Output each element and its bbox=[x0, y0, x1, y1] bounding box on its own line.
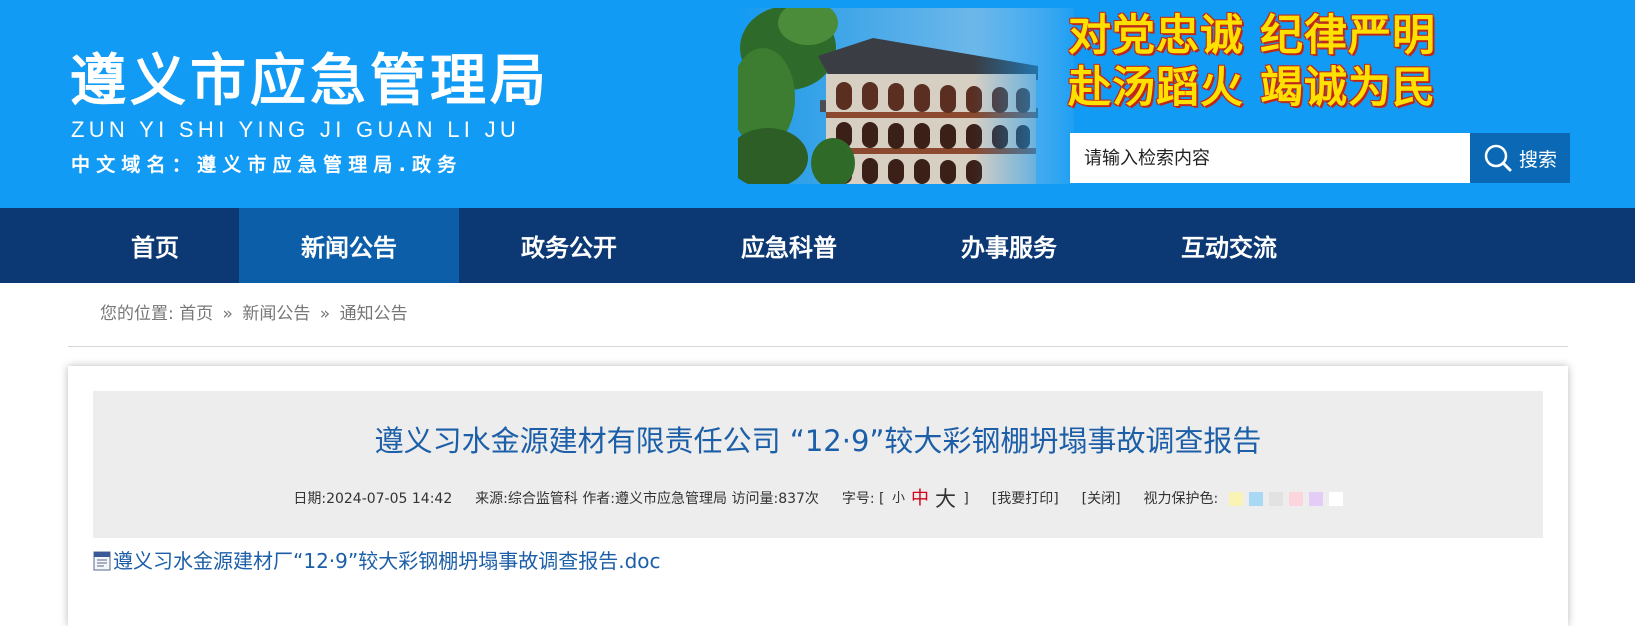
font-size-bracket-open: [ bbox=[879, 491, 885, 507]
visits-value: 837次 bbox=[778, 491, 819, 507]
article-meta: 日期:2024-07-05 14:42 来源:综合监管科 作者:遵义市应急管理局… bbox=[93, 487, 1543, 511]
domain-line: 中文域名：遵义市应急管理局.政务 bbox=[71, 154, 463, 176]
main-nav: 首页 新闻公告 政务公开 应急科普 办事服务 互动交流 bbox=[0, 208, 1635, 283]
eye-color-swatch[interactable] bbox=[1308, 492, 1323, 506]
banner-building-image bbox=[738, 8, 1074, 184]
breadcrumb-prefix: 您的位置: bbox=[100, 304, 174, 324]
eye-color-swatch[interactable] bbox=[1268, 492, 1283, 506]
breadcrumb-divider bbox=[68, 346, 1568, 347]
print-button[interactable]: [我要打印] bbox=[992, 491, 1059, 507]
article-header: 遵义习水金源建材有限责任公司 “12·9”较大彩钢棚坍塌事故调查报告 日期:20… bbox=[93, 391, 1543, 538]
font-size-bracket-close: ] bbox=[963, 491, 969, 507]
breadcrumb: 您的位置: 首页 » 新闻公告 » 通知公告 bbox=[100, 303, 408, 325]
article-title: 遵义习水金源建材有限责任公司 “12·9”较大彩钢棚坍塌事故调查报告 bbox=[374, 424, 1262, 458]
attachment-link[interactable]: 遵义习水金源建材厂“12·9”较大彩钢棚坍塌事故调查报告.doc bbox=[93, 548, 661, 574]
font-size-small-button[interactable]: 小 bbox=[892, 491, 905, 506]
font-size-large-button[interactable]: 大 bbox=[935, 487, 956, 511]
eye-color-swatch[interactable] bbox=[1288, 492, 1303, 506]
eye-color-label: 视力保护色: bbox=[1143, 491, 1219, 507]
site-header: 遵义市应急管理局 ZUN YI SHI YING JI GUAN LI JU 中… bbox=[0, 0, 1635, 208]
close-button[interactable]: [关闭] bbox=[1082, 491, 1121, 507]
eye-color-swatches bbox=[1223, 491, 1343, 507]
publish-date: 2024-07-05 14:42 bbox=[326, 491, 453, 507]
visits-label: 访问量: bbox=[731, 491, 779, 507]
site-pinyin: ZUN YI SHI YING JI GUAN LI JU bbox=[71, 117, 521, 142]
source-label: 来源: bbox=[475, 491, 508, 507]
nav-item-government-affairs[interactable]: 政务公开 bbox=[459, 208, 679, 283]
eye-color-swatch[interactable] bbox=[1228, 492, 1243, 506]
attachment-filename: 遵义习水金源建材厂“12·9”较大彩钢棚坍塌事故调查报告.doc bbox=[113, 549, 661, 573]
eye-color-swatch[interactable] bbox=[1248, 492, 1263, 506]
breadcrumb-notices[interactable]: 通知公告 bbox=[340, 304, 408, 324]
search-icon bbox=[1484, 144, 1512, 172]
nav-item-home[interactable]: 首页 bbox=[45, 208, 265, 283]
search-button[interactable]: 搜索 bbox=[1470, 133, 1570, 183]
source-value: 综合监管科 bbox=[507, 491, 578, 507]
slogan: 对党忠诚 纪律严明 赴汤蹈火 竭诚为民 bbox=[1068, 10, 1436, 114]
author-value: 遵义市应急管理局 bbox=[615, 491, 728, 507]
eye-color-swatch[interactable] bbox=[1328, 492, 1343, 506]
nav-item-services[interactable]: 办事服务 bbox=[899, 208, 1119, 283]
breadcrumb-separator: » bbox=[319, 304, 331, 324]
font-size-label: 字号: bbox=[841, 491, 875, 507]
date-label: 日期: bbox=[293, 491, 327, 507]
breadcrumb-news[interactable]: 新闻公告 bbox=[242, 304, 310, 324]
font-size-medium-button[interactable]: 中 bbox=[911, 488, 929, 509]
nav-item-interaction[interactable]: 互动交流 bbox=[1119, 208, 1339, 283]
slogan-line-1: 对党忠诚 纪律严明 bbox=[1068, 11, 1436, 61]
article-card: 遵义习水金源建材有限责任公司 “12·9”较大彩钢棚坍塌事故调查报告 日期:20… bbox=[68, 366, 1568, 626]
doc-file-icon bbox=[93, 551, 111, 571]
breadcrumb-separator: » bbox=[222, 304, 233, 324]
nav-item-news[interactable]: 新闻公告 bbox=[239, 208, 459, 283]
search-box: 搜索 bbox=[1070, 133, 1570, 183]
slogan-line-2: 赴汤蹈火 竭诚为民 bbox=[1068, 63, 1436, 113]
author-label: 作者: bbox=[582, 491, 616, 507]
site-title: 遵义市应急管理局 bbox=[70, 49, 550, 114]
nav-item-emergency-science[interactable]: 应急科普 bbox=[679, 208, 899, 283]
search-input[interactable] bbox=[1070, 133, 1470, 183]
breadcrumb-home[interactable]: 首页 bbox=[179, 304, 213, 324]
search-button-label: 搜索 bbox=[1518, 148, 1557, 171]
